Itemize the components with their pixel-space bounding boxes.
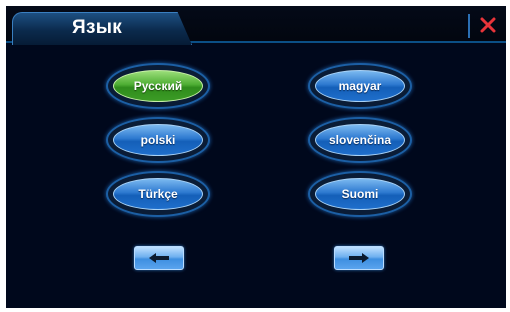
next-page-button[interactable] <box>334 246 384 270</box>
close-separator <box>468 14 470 38</box>
close-icon <box>480 17 496 33</box>
page-title: Язык <box>72 17 123 38</box>
close-button[interactable] <box>474 11 502 39</box>
language-option-hungarian[interactable]: magyar <box>308 63 412 109</box>
previous-page-button[interactable] <box>134 246 184 270</box>
language-option-label: slovenčina <box>315 124 405 156</box>
language-option-label: Русский <box>113 70 203 102</box>
language-option-label: polski <box>113 124 203 156</box>
language-option-slovak[interactable]: slovenčina <box>308 117 412 163</box>
language-option-label: Suomi <box>315 178 405 210</box>
language-option-polish[interactable]: polski <box>106 117 210 163</box>
language-screen: Язык Русский polski Türkçe magyar sloven… <box>6 6 506 308</box>
arrow-left-icon <box>149 253 169 263</box>
language-option-russian[interactable]: Русский <box>106 63 210 109</box>
language-option-finnish[interactable]: Suomi <box>308 171 412 217</box>
arrow-right-icon <box>349 253 369 263</box>
language-option-label: Türkçe <box>113 178 203 210</box>
language-option-label: magyar <box>315 70 405 102</box>
language-option-turkish[interactable]: Türkçe <box>106 171 210 217</box>
